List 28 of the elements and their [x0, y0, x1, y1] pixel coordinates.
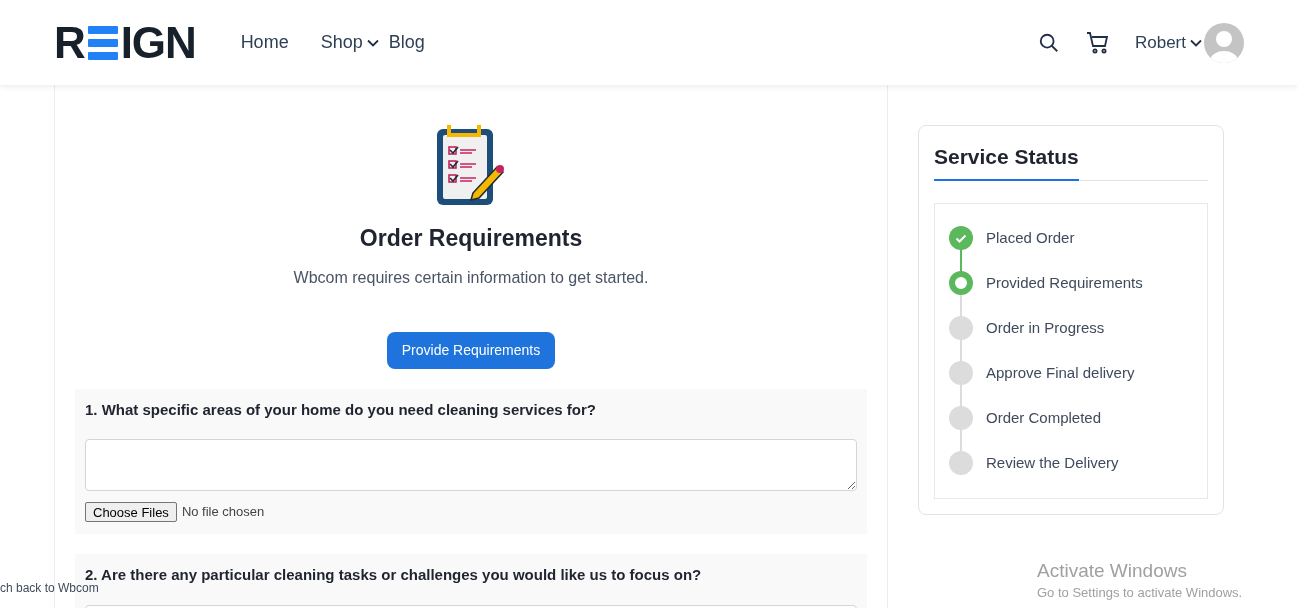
logo-text: IGN: [120, 20, 196, 65]
logo-bars-icon: [87, 25, 118, 60]
choose-files-button[interactable]: Choose Files: [85, 502, 177, 522]
search-icon[interactable]: [1037, 31, 1060, 54]
page-subtitle: Wbcom requires certain information to get started.: [293, 267, 649, 288]
cart-icon[interactable]: [1085, 31, 1110, 54]
clipboard-checklist-icon: [435, 125, 507, 205]
file-status: No file chosen: [181, 503, 265, 522]
status-step-label: Review the Delivery: [986, 452, 1119, 473]
activation-text: Go to Settings to activate Windows.: [1037, 583, 1243, 602]
status-step-label: Order in Progress: [986, 317, 1105, 338]
question-label: 1. What specific areas of your home do you need cleaning services for?: [85, 399, 597, 420]
activation-title: Activate Windows: [1037, 559, 1188, 583]
logo-text: R: [54, 20, 85, 65]
status-step-label: Order Completed: [986, 407, 1102, 428]
status-step-label: Provided Requirements: [986, 272, 1143, 293]
answer-field[interactable]: [85, 439, 857, 491]
user-menu[interactable]: Robert: [1134, 29, 1202, 56]
card-title: Service Status: [934, 141, 1079, 181]
provide-requirements-button[interactable]: Provide Requirements: [386, 331, 556, 369]
status-step-label: Approve Final delivery: [986, 362, 1135, 383]
nav-link[interactable]: Blog: [388, 29, 425, 56]
page-title: Order Requirements: [359, 224, 583, 253]
status-step-label: Placed Order: [986, 227, 1075, 248]
nav-link[interactable]: Home: [240, 29, 289, 56]
nav-link[interactable]: Shop: [320, 29, 379, 56]
logo[interactable]: R IGN: [54, 20, 196, 65]
chevron-down-icon: [1190, 38, 1202, 47]
